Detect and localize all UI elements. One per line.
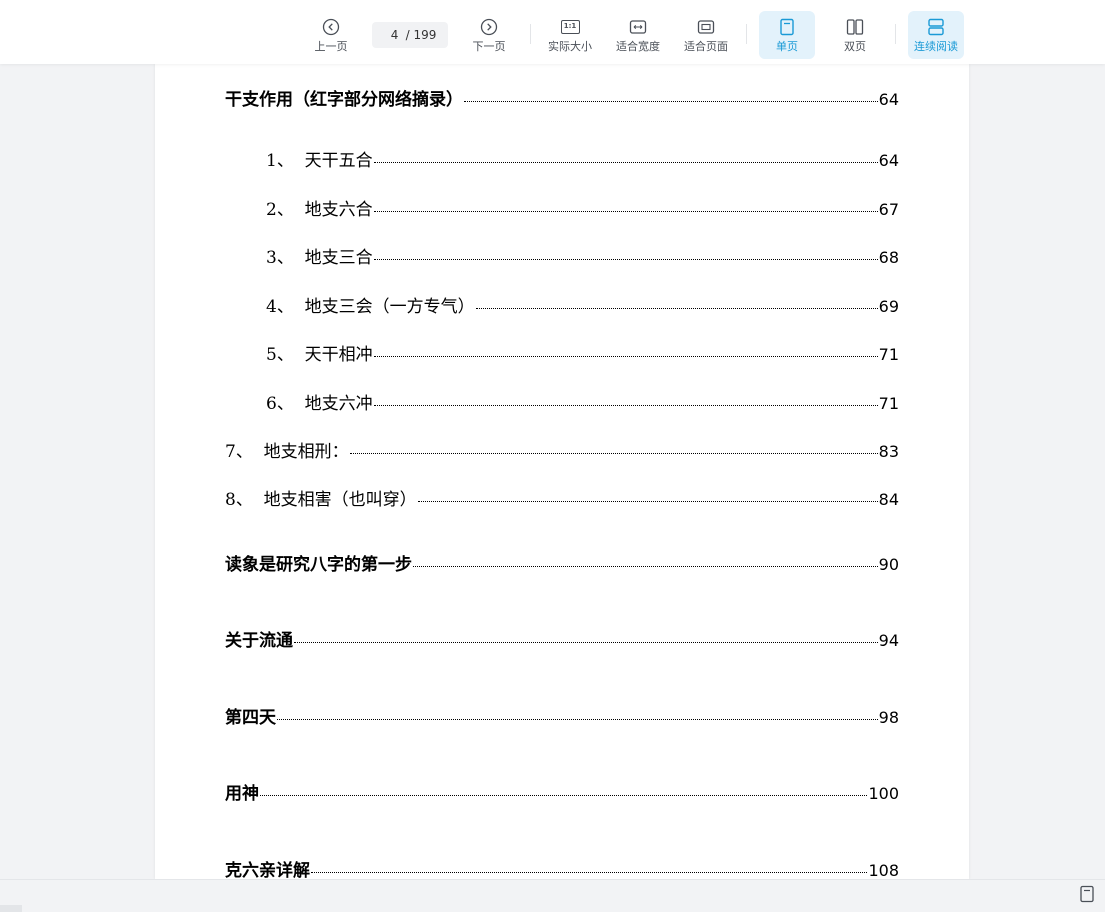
toc-entry-page: 71 xyxy=(878,394,899,413)
toc-entry-page: 94 xyxy=(878,631,899,650)
toc-entry[interactable]: 7、 地支相刑： 83 xyxy=(225,441,899,463)
toc-entry[interactable]: 1、 天干五合 64 xyxy=(266,150,899,172)
total-pages: / 199 xyxy=(405,28,437,42)
toc-entry-page: 64 xyxy=(878,90,899,109)
toc-entry-page: 90 xyxy=(878,555,899,574)
toc-leader-dots xyxy=(260,795,868,796)
toc-entry-page: 100 xyxy=(868,784,899,803)
document-page: 干支作用（红字部分网络摘录） 64 1、 天干五合 64 2、 地支六合 67 … xyxy=(155,64,969,879)
toc-leader-dots xyxy=(373,259,878,260)
toc-leader-dots xyxy=(464,101,878,102)
toc-entry-page: 84 xyxy=(878,490,899,509)
toc-entry-page: 68 xyxy=(878,248,899,267)
toc-leader-dots xyxy=(475,308,878,309)
toc-entry-number: 3、 xyxy=(266,248,305,268)
toc-leader-dots xyxy=(277,719,878,720)
toc-entry[interactable]: 用神 100 xyxy=(225,783,899,805)
toc-entry-title: 用神 xyxy=(225,784,259,804)
next-page-button[interactable]: 下一页 xyxy=(464,11,514,59)
toc-entry-page: 71 xyxy=(878,345,899,364)
toc-entry-title: 读象是研究八字的第一步 xyxy=(225,555,412,575)
actual-size-button[interactable]: 1:1 实际大小 xyxy=(542,11,598,59)
toc-leader-dots xyxy=(417,501,878,502)
toc-entry-number: 2、 xyxy=(266,200,305,220)
actual-size-label: 实际大小 xyxy=(548,39,592,53)
continuous-reading-icon xyxy=(926,17,946,37)
fit-width-button[interactable]: 适合宽度 xyxy=(610,11,666,59)
toc-entry-title: 关于流通 xyxy=(225,631,293,651)
fit-width-icon xyxy=(628,17,648,37)
fit-width-label: 适合宽度 xyxy=(616,39,660,53)
toc-entry-title: 地支三合 xyxy=(304,248,373,268)
toc-entry-page: 108 xyxy=(868,861,899,879)
toc-entry-title: 天干相冲 xyxy=(304,345,373,365)
toc-entry-title: 克六亲详解 xyxy=(225,861,310,879)
page-view-icon[interactable] xyxy=(1079,885,1095,903)
toc-entry-page: 83 xyxy=(878,442,899,461)
toolbar-divider xyxy=(530,24,531,44)
double-page-button[interactable]: 双页 xyxy=(827,11,883,59)
toc-leader-dots xyxy=(311,872,868,873)
toc-entry[interactable]: 8、 地支相害（也叫穿） 84 xyxy=(225,489,899,511)
toc-leader-dots xyxy=(294,642,878,643)
fit-page-label: 适合页面 xyxy=(684,39,728,53)
toc-entry-number: 4、 xyxy=(266,297,305,317)
fit-page-button[interactable]: 适合页面 xyxy=(678,11,734,59)
single-page-label: 单页 xyxy=(776,39,798,53)
single-page-icon xyxy=(777,17,797,37)
toc-entry-title: 地支相刑： xyxy=(263,442,349,462)
toc-leader-dots xyxy=(373,211,878,212)
chevron-left-circle-icon xyxy=(321,17,341,37)
toc-entry-title: 地支六合 xyxy=(304,200,373,220)
toc-entry[interactable]: 6、 地支六冲 71 xyxy=(266,393,899,415)
toc-entry-page: 67 xyxy=(878,200,899,219)
toc-entry[interactable]: 第四天 98 xyxy=(225,707,899,729)
page-number-box: 4 / 199 xyxy=(372,22,448,48)
single-page-button[interactable]: 单页 xyxy=(759,11,815,59)
continuous-reading-label: 连续阅读 xyxy=(914,39,958,53)
toc-entry-page: 64 xyxy=(878,151,899,170)
toc-entry-number: 6、 xyxy=(266,394,305,414)
double-page-icon xyxy=(845,17,865,37)
next-page-label: 下一页 xyxy=(472,39,506,53)
toolbar-divider xyxy=(895,24,896,44)
toc-entry[interactable]: 读象是研究八字的第一步 90 xyxy=(225,554,899,576)
toolbar: 上一页 4 / 199 下一页 1:1 实际大小 适合宽度 适合页面 单页 双页… xyxy=(0,0,1105,64)
prev-page-label: 上一页 xyxy=(314,39,348,53)
continuous-reading-button[interactable]: 连续阅读 xyxy=(908,11,964,59)
toc-entry-title: 天干五合 xyxy=(304,151,373,171)
toc-entry-title: 地支六冲 xyxy=(304,394,373,414)
toc-entry[interactable]: 3、 地支三合 68 xyxy=(266,247,899,269)
prev-page-button[interactable]: 上一页 xyxy=(306,11,356,59)
actual-size-icon-text: 1:1 xyxy=(560,19,580,34)
toolbar-divider xyxy=(746,24,747,44)
toc-entry-title: 第四天 xyxy=(225,708,276,728)
toc-leader-dots xyxy=(373,405,878,406)
toc-entry-number: 8、 xyxy=(225,490,264,510)
toc-entry-number: 5、 xyxy=(266,345,305,365)
toc-entry-page: 98 xyxy=(878,708,899,727)
toc-entry-title: 地支相害（也叫穿） xyxy=(263,490,417,510)
chevron-right-circle-icon xyxy=(479,17,499,37)
toc-entry[interactable]: 关于流通 94 xyxy=(225,630,899,652)
toc-entry[interactable]: 5、 天干相冲 71 xyxy=(266,344,899,366)
toc-entry-number: 1、 xyxy=(266,151,305,171)
toc-leader-dots xyxy=(413,566,878,567)
current-page-input[interactable]: 4 xyxy=(384,28,406,42)
toc-entry[interactable]: 克六亲详解 108 xyxy=(225,860,899,879)
actual-size-icon: 1:1 xyxy=(560,17,580,37)
fit-page-icon xyxy=(696,17,716,37)
toc-entry[interactable]: 4、 地支三会（一方专气） 69 xyxy=(266,296,899,318)
toc-leader-dots xyxy=(349,453,878,454)
toc-entry-title: 地支三会（一方专气） xyxy=(304,297,475,317)
toc-leader-dots xyxy=(373,162,878,163)
toc-entry[interactable]: 2、 地支六合 67 xyxy=(266,199,899,221)
toc-entry-title: 干支作用（红字部分网络摘录） xyxy=(225,90,463,110)
double-page-label: 双页 xyxy=(844,39,866,53)
toc-entry[interactable]: 干支作用（红字部分网络摘录） 64 xyxy=(225,89,899,111)
toc-entry-page: 69 xyxy=(878,297,899,316)
toc-leader-dots xyxy=(373,356,878,357)
status-bar xyxy=(0,879,1105,912)
toc-entry-number: 7、 xyxy=(225,442,264,462)
